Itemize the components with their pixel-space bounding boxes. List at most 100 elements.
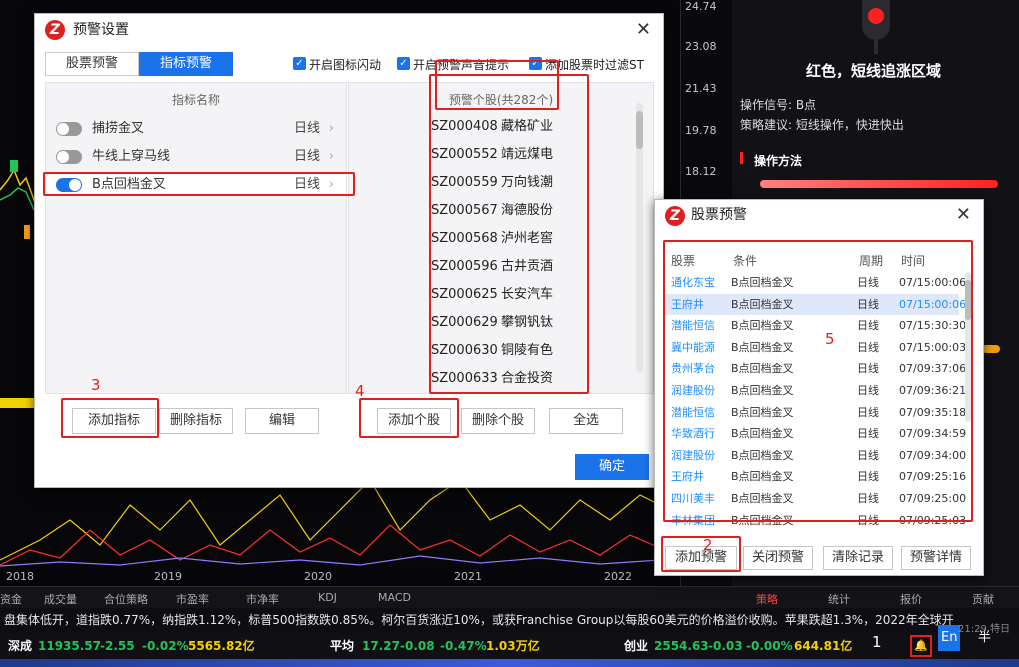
tab-volume[interactable]: 成交量 (44, 591, 77, 607)
stock-row[interactable]: SZ000408 藏格矿业 (431, 117, 553, 137)
alert-row[interactable]: 冀中能源 B点回档金叉 日线 07/15:00:03 (665, 337, 966, 358)
annotation-3: 3 (91, 376, 101, 394)
dialog-titlebar[interactable]: Z 股票预警 ✕ (655, 200, 983, 230)
alert-stock-name: 华致酒行 (671, 427, 715, 441)
add-stock-button[interactable]: 添加个股 (377, 408, 451, 434)
stock-row[interactable]: SZ000625 长安汽车 (431, 285, 553, 305)
scrollbar-thumb[interactable] (965, 280, 971, 320)
app-logo-icon: Z (45, 20, 65, 40)
alert-time: 07/15:00:06 (899, 297, 967, 311)
add-indicator-button[interactable]: 添加指标 (72, 408, 156, 434)
alert-row[interactable]: 潜能恒信 B点回档金叉 日线 07/09:35:18 (665, 402, 966, 423)
sound-alert-checkbox[interactable]: ✓ 开启预警声音提示 (397, 56, 509, 73)
stock-row[interactable]: SZ000567 海德股份 (431, 201, 553, 221)
price-tick: 19.78 (685, 124, 717, 137)
alert-condition: B点回档金叉 (731, 513, 794, 527)
alert-row[interactable]: 四川美丰 B点回档金叉 日线 07/09:25:00 (665, 488, 966, 509)
stock-name: 靖远煤电 (501, 147, 554, 162)
alert-period: 日线 (857, 384, 879, 397)
alert-row[interactable]: 通化东宝 B点回档金叉 日线 07/15:00:06 (665, 272, 966, 293)
alert-stock-name: 潜能恒信 (671, 319, 715, 333)
tab-stock-alert[interactable]: 股票预警 (45, 52, 139, 76)
alert-row[interactable]: 潜能恒信 B点回档金叉 日线 07/15:30:30 (665, 315, 966, 336)
tab-position-strategy[interactable]: 合位策略 (104, 591, 148, 607)
stock-alert-dialog: Z 股票预警 ✕ 股票 条件 周期 时间 通化东宝 B点回档金叉 日线 07/15:0… (654, 199, 984, 576)
stock-row[interactable]: SZ000559 万向钱潮 (431, 173, 553, 193)
alert-period: 日线 (857, 405, 879, 419)
edit-indicator-button[interactable]: 编辑 (245, 408, 319, 434)
scrollbar-thumb[interactable] (636, 111, 643, 149)
dialog-titlebar[interactable]: Z 预警设置 ✕ (35, 14, 663, 46)
tab-pb[interactable]: 市净率 (246, 591, 279, 607)
select-all-button[interactable]: 全选 (549, 408, 623, 434)
stock-row[interactable]: SZ000596 古井贡酒 (431, 257, 553, 277)
annotation-5: 5 (825, 330, 835, 348)
tab-funds[interactable]: 资金 (0, 591, 22, 607)
alert-detail-button[interactable]: 预警详情 (901, 546, 971, 570)
signal-title: 红色，短线追涨区域 (806, 62, 942, 80)
tab-macd[interactable]: MACD (378, 591, 411, 604)
flash-icon-checkbox[interactable]: ✓ 开启图标闪动 (293, 56, 381, 73)
alert-row[interactable]: 丰林集团 B点回档金叉 日线 07/09:25:03 (665, 510, 966, 531)
toggle-switch[interactable] (56, 150, 82, 164)
alert-row[interactable]: 华致酒行 B点回档金叉 日线 07/09:34:59 (665, 423, 966, 444)
alert-time: 07/09:36:21 (899, 384, 967, 397)
add-alert-button[interactable]: 添加预警 (665, 546, 737, 570)
filter-st-checkbox[interactable]: ✓ 添加股票时过滤ST (529, 56, 644, 73)
year-label: 2018 (6, 570, 34, 583)
alert-stock-name: 贵州茅台 (671, 362, 715, 376)
news-ticker[interactable]: 盘集体低开，道指跌0.77%，纳指跌1.12%，标普500指数跌0.85%。柯尔… (0, 608, 1019, 633)
toggle-switch[interactable] (56, 178, 82, 192)
confirm-button[interactable]: 确定 (575, 454, 649, 480)
price-tick: 23.08 (685, 40, 717, 53)
alert-row[interactable]: 润建股份 B点回档金叉 日线 07/09:36:21 (665, 380, 966, 401)
stock-row[interactable]: SZ000552 靖远煤电 (431, 145, 553, 165)
tab-kdj[interactable]: KDJ (318, 591, 337, 604)
tab-quote[interactable]: 报价 (900, 591, 922, 607)
close-icon[interactable]: ✕ (636, 14, 651, 46)
alert-row[interactable]: 润建股份 B点回档金叉 日线 07/09:34:00 (665, 445, 966, 466)
bell-icon[interactable]: 🔔 (910, 635, 932, 657)
alert-row[interactable]: 贵州茅台 B点回档金叉 日线 07/09:37:06 (665, 358, 966, 379)
year-label: 2020 (304, 570, 332, 583)
delete-stock-button[interactable]: 删除个股 (461, 408, 535, 434)
stock-list-scrollbar[interactable] (636, 103, 643, 373)
indicator-period: 日线 (293, 177, 320, 192)
stock-name: 藏格矿业 (501, 119, 554, 134)
alert-condition: B点回档金叉 (731, 492, 794, 505)
indicator-row-selected[interactable]: B点回档金叉 日线 › (46, 173, 346, 197)
stock-name: 万向钱潮 (501, 175, 554, 190)
alert-list-scrollbar[interactable] (965, 272, 971, 422)
tab-strategy[interactable]: 策略 (756, 591, 778, 607)
alert-time: 07/09:34:00 (899, 448, 967, 462)
tab-pe[interactable]: 市盈率 (176, 591, 209, 607)
close-alert-button[interactable]: 关闭预警 (743, 546, 813, 570)
stock-row[interactable]: SZ000568 泸州老窖 (431, 229, 553, 249)
close-icon[interactable]: ✕ (956, 200, 971, 230)
alert-period: 日线 (857, 276, 879, 289)
indicator-row[interactable]: 牛线上穿马线 日线 › (46, 145, 346, 169)
tab-contribution[interactable]: 贡献 (972, 591, 994, 607)
indicator-period: 日线 (293, 149, 320, 164)
stock-code: SZ000559 (431, 175, 498, 190)
tab-indicator-alert[interactable]: 指标预警 (139, 52, 233, 76)
alert-condition: B点回档金叉 (731, 448, 794, 462)
stock-row[interactable]: SZ000630 铜陵有色 (431, 341, 553, 361)
stock-row[interactable]: SZ000629 攀钢钒钛 (431, 313, 553, 333)
index-percent: -0.02% (142, 639, 189, 653)
delete-indicator-button[interactable]: 删除指标 (159, 408, 233, 434)
tab-statistics[interactable]: 统计 (828, 591, 850, 607)
alert-stock-name: 王府井 (671, 470, 704, 484)
toggle-switch[interactable] (56, 122, 82, 136)
stock-row[interactable]: SZ000633 合金投资 (431, 369, 553, 389)
year-label: 2021 (454, 570, 482, 583)
column-header-period: 周期 (859, 254, 884, 268)
clear-records-button[interactable]: 清除记录 (823, 546, 893, 570)
alert-period: 日线 (857, 492, 879, 505)
indicator-row[interactable]: 捕捞金叉 日线 › (46, 117, 346, 141)
alert-row[interactable]: 王府井 B点回档金叉 日线 07/09:25:16 (665, 466, 966, 487)
indicator-name: B点回档金叉 (92, 177, 166, 192)
alert-time: 07/15:30:30 (899, 319, 967, 333)
index-amount: 1.03万亿 (486, 639, 540, 653)
alert-row[interactable]: 王府井 B点回档金叉 日线 07/15:00:06 (665, 293, 966, 315)
